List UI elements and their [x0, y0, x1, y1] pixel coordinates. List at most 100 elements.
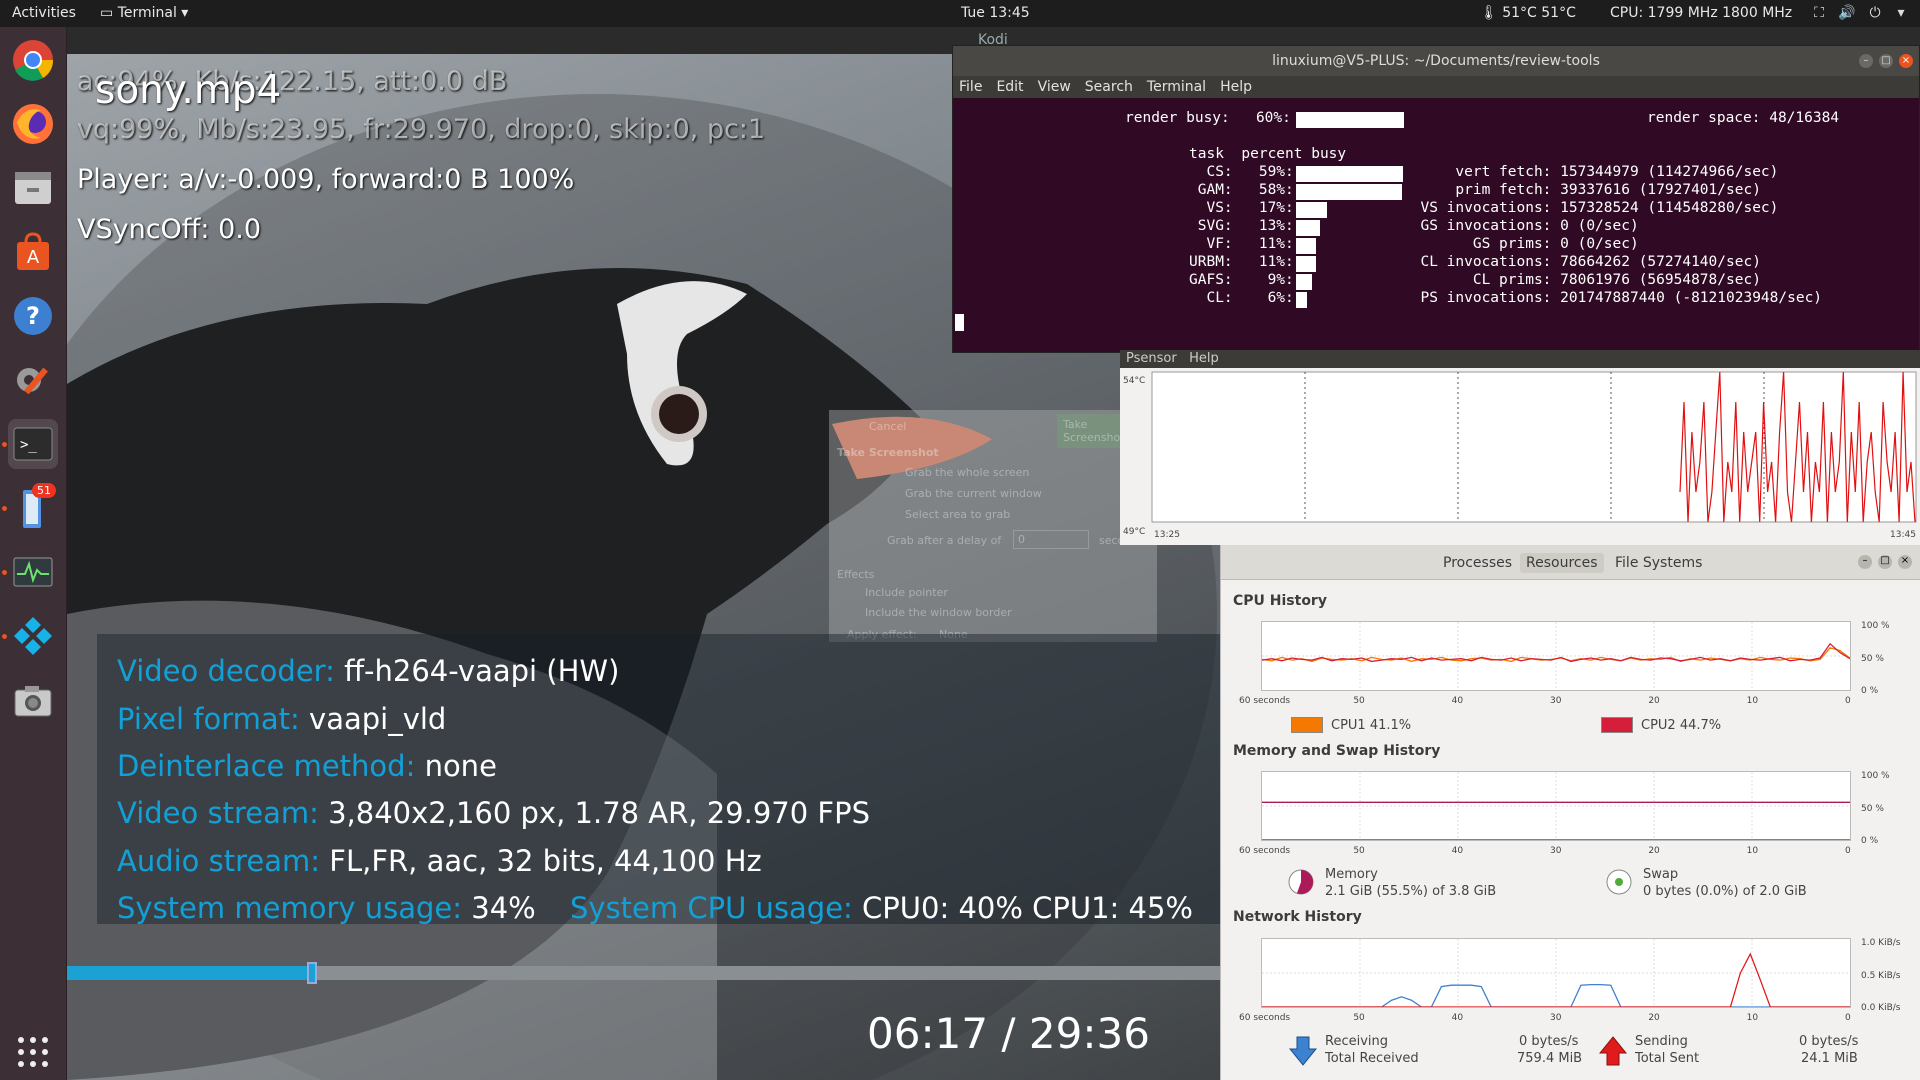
memory-pie-icon[interactable]	[1287, 868, 1315, 896]
menu-search[interactable]: Search	[1085, 79, 1133, 95]
menu-file[interactable]: File	[959, 79, 982, 95]
temp-indicator[interactable]: 🌡 51°C 51°C	[1480, 5, 1576, 21]
terminal-window[interactable]: linuxium@V5-PLUS: ~/Documents/review-too…	[952, 45, 1920, 353]
terminal-output[interactable]: render busy: 60%: render space: 48/16384…	[953, 98, 1919, 352]
firefox-icon	[13, 104, 53, 144]
chevron-down-icon: ▾	[176, 5, 189, 21]
dialog-include-border[interactable]: Include the window border	[865, 606, 1012, 619]
sysmon-headerbar[interactable]: Processes Resources File Systems – □ ×	[1221, 545, 1920, 580]
dock: A ? >_ 51	[0, 27, 67, 1080]
tab-resources[interactable]: Resources	[1520, 553, 1604, 573]
chrome-icon	[13, 40, 54, 81]
memory-value: 2.1 GiB (55.5%) of 3.8 GiB	[1325, 884, 1497, 899]
clock[interactable]: Tue 13:45	[961, 5, 1030, 21]
maximize-icon[interactable]: □	[1879, 54, 1893, 68]
system-monitor-window[interactable]: Processes Resources File Systems – □ × C…	[1220, 545, 1920, 1080]
dialog-option-whole-screen[interactable]: Grab the whole screen	[905, 466, 1029, 479]
running-indicator	[2, 442, 7, 447]
dialog-cancel[interactable]: Cancel	[869, 420, 906, 433]
tab-processes[interactable]: Processes	[1437, 553, 1518, 573]
svg-text:A: A	[27, 247, 40, 268]
receiving-label: Receiving	[1325, 1034, 1389, 1049]
x-tick-label: 50	[1353, 1013, 1365, 1023]
files-launcher[interactable]	[8, 163, 58, 213]
settings-launcher[interactable]	[8, 355, 58, 405]
app-grid-icon	[18, 1037, 48, 1067]
power-icon[interactable]: ⏻	[1866, 5, 1884, 23]
cpu-freq-indicator[interactable]: CPU: 1799 MHz 1800 MHz	[1610, 5, 1792, 21]
x-tick-label: 10	[1746, 1013, 1759, 1023]
dialog-include-pointer[interactable]: Include pointer	[865, 586, 948, 599]
menu-edit[interactable]: Edit	[996, 79, 1023, 95]
dialog-delay-input[interactable]: 0	[1013, 530, 1089, 549]
terminal-menubar: File Edit View Search Terminal Help	[953, 76, 1919, 98]
network-icon[interactable]: ⛶	[1810, 5, 1828, 23]
notification-badge: 51	[32, 483, 56, 498]
screenshot-launcher[interactable]	[8, 675, 58, 725]
x-tick-label: 30	[1550, 846, 1562, 856]
psensor-ymin: 49°C	[1123, 527, 1146, 537]
help-launcher[interactable]: ?	[8, 291, 58, 341]
task-stat-line: prim fetch: 39337616 (17927401/sec)	[1403, 182, 1761, 198]
dialog-option-window[interactable]: Grab the current window	[905, 487, 1042, 500]
task-row-label: VS: 17%:	[1189, 200, 1294, 216]
software-launcher[interactable]: A	[8, 227, 58, 277]
task-row-label: GAFS: 9%:	[1189, 272, 1294, 288]
help-icon: ?	[14, 297, 52, 335]
upload-arrow-icon[interactable]	[1599, 1035, 1627, 1067]
seek-handle[interactable]	[307, 962, 318, 984]
cpu-axis-0: 0 %	[1861, 686, 1879, 696]
swap-pie-icon[interactable]	[1605, 868, 1633, 896]
firefox-launcher[interactable]	[8, 99, 58, 149]
info-pixel-format: Pixel format: vaapi_vld	[117, 702, 447, 736]
dialog-effects-heading: Effects	[837, 568, 875, 581]
mem-axis-50: 50 %	[1861, 804, 1884, 814]
terminal-titlebar[interactable]: linuxium@V5-PLUS: ~/Documents/review-too…	[953, 46, 1919, 76]
swap-label: Swap	[1643, 867, 1679, 882]
cpu2-label: CPU2 44.7%	[1641, 718, 1722, 733]
net-axis-hi: 1.0 KiB/s	[1861, 938, 1901, 948]
menu-terminal[interactable]: Terminal	[1147, 79, 1206, 95]
system-monitor-icon	[13, 557, 53, 587]
task-busy-bar	[1296, 256, 1317, 272]
receiving-rate: 0 bytes/s	[1519, 1034, 1579, 1049]
maximize-icon[interactable]: □	[1878, 555, 1892, 569]
menu-psensor[interactable]: Psensor	[1126, 351, 1177, 366]
task-row-label: CS: 59%:	[1189, 164, 1294, 180]
x-tick-label: 10	[1746, 846, 1759, 856]
x-tick-label: 20	[1648, 846, 1660, 856]
task-busy-bar	[1296, 220, 1320, 236]
minimize-icon[interactable]: –	[1858, 555, 1872, 569]
kodi-launcher[interactable]	[8, 611, 58, 661]
terminal-launcher[interactable]: >_	[8, 419, 58, 469]
download-arrow-icon[interactable]	[1289, 1035, 1317, 1067]
render-busy-label: render busy: 60%:	[1125, 110, 1291, 126]
cpu2-color-swatch[interactable]	[1601, 717, 1633, 733]
cpu-history-title: CPU History	[1233, 593, 1327, 609]
psensor-window[interactable]: Psensor Help 54°C 49°C 13:25 13:45	[1120, 350, 1920, 545]
dialog-option-area[interactable]: Select area to grab	[905, 508, 1010, 521]
menu-help[interactable]: Help	[1189, 351, 1219, 366]
volume-icon[interactable]: 🔊	[1838, 5, 1856, 23]
memory-label: Memory	[1325, 867, 1378, 882]
system-monitor-launcher[interactable]	[8, 547, 58, 597]
notes-launcher[interactable]: 51	[8, 483, 58, 533]
app-menu[interactable]: ▭ Terminal ▾	[100, 5, 188, 21]
minimize-icon[interactable]: –	[1859, 54, 1873, 68]
seek-bar[interactable]	[67, 962, 1220, 984]
psensor-xend: 13:45	[1890, 530, 1916, 540]
cpu1-color-swatch[interactable]	[1291, 717, 1323, 733]
tab-file-systems[interactable]: File Systems	[1609, 553, 1708, 573]
task-row-label: SVG: 13%:	[1189, 218, 1294, 234]
task-stat-line: GS invocations: 0 (0/sec)	[1403, 218, 1639, 234]
activities-button[interactable]: Activities	[12, 5, 76, 21]
chevron-down-icon[interactable]: ▾	[1892, 5, 1910, 23]
timecode: 06:17 / 29:36	[867, 1009, 1150, 1058]
task-busy-bar	[1296, 274, 1313, 290]
menu-help[interactable]: Help	[1220, 79, 1252, 95]
chrome-launcher[interactable]	[8, 35, 58, 85]
menu-view[interactable]: View	[1038, 79, 1071, 95]
close-icon[interactable]: ×	[1898, 555, 1912, 569]
close-icon[interactable]: ×	[1899, 54, 1913, 68]
show-applications-button[interactable]	[8, 1027, 58, 1077]
